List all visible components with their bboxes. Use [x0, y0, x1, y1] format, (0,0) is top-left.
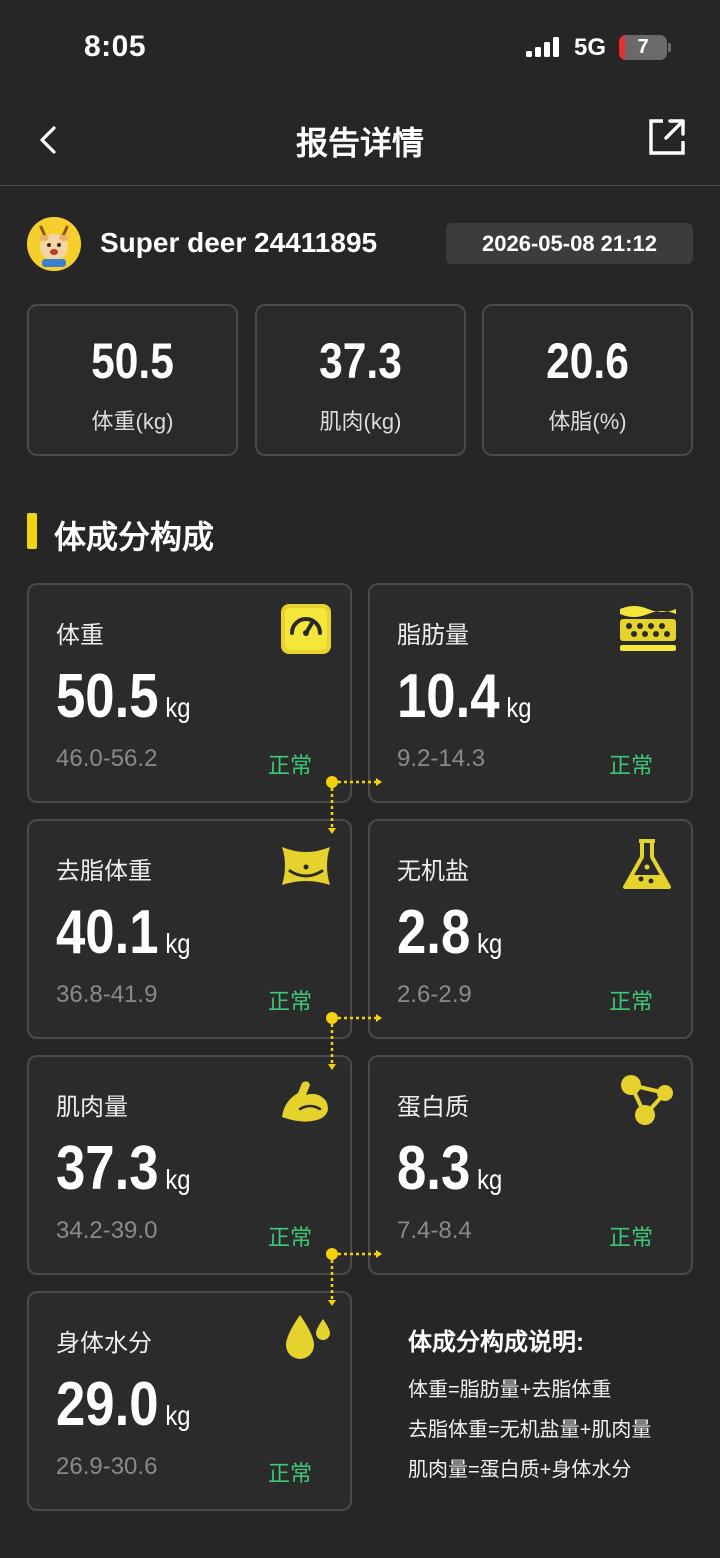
metric-unit: kg — [165, 1400, 191, 1431]
metric-range: 2.6-2.9 — [397, 981, 472, 1008]
page-title: 报告详情 — [295, 125, 424, 161]
metric-card-body-water[interactable]: 身体水分 29.0 kg 26.9-30.6 正常 — [27, 1291, 352, 1511]
metric-name: 去脂体重 — [56, 858, 152, 885]
metric-range: 46.0-56.2 — [56, 745, 158, 772]
metric-unit: kg — [165, 692, 191, 723]
explanation-line: 肌肉量=蛋白质+身体水分 — [408, 1459, 632, 1481]
metric-name: 体重 — [56, 622, 104, 649]
summary-label: 肌肉(kg) — [319, 409, 402, 434]
fat-layer-icon — [620, 606, 676, 651]
metric-name: 身体水分 — [56, 1330, 152, 1357]
metric-card-weight[interactable]: 体重 50.5 kg 46.0-56.2 正常 — [27, 583, 352, 803]
metric-value: 2.8 kg — [397, 898, 503, 967]
summary-label: 体重(kg) — [91, 409, 174, 434]
metric-status: 正常 — [608, 753, 653, 778]
metric-range: 26.9-30.6 — [56, 1453, 158, 1480]
metric-range: 36.8-41.9 — [56, 981, 158, 1008]
flask-icon — [623, 839, 671, 889]
section-accent-bar — [27, 513, 37, 549]
metric-card-protein[interactable]: 蛋白质 8.3 kg 7.4-8.4 正常 — [368, 1055, 693, 1275]
metric-unit: kg — [477, 1164, 503, 1195]
battery-level: 7 — [637, 36, 649, 58]
metric-card-lean-body-mass[interactable]: 去脂体重 40.1 kg 36.8-41.9 正常 — [27, 819, 352, 1039]
metric-unit: kg — [477, 928, 503, 959]
metric-range: 34.2-39.0 — [56, 1217, 158, 1244]
metric-card-minerals[interactable]: 无机盐 2.8 kg 2.6-2.9 正常 — [368, 819, 693, 1039]
metric-unit: kg — [165, 1164, 191, 1195]
metric-range: 7.4-8.4 — [397, 1217, 472, 1244]
section-title: 体成分构成 — [54, 519, 215, 555]
metric-card-muscle-mass[interactable]: 肌肉量 37.3 kg 34.2-39.0 正常 — [27, 1055, 352, 1275]
molecule-icon — [621, 1075, 673, 1125]
status-bar: 8:05 5G 7 — [0, 0, 720, 96]
metric-name: 蛋白质 — [397, 1094, 469, 1121]
metric-status: 正常 — [267, 1225, 312, 1250]
summary-label: 体脂(%) — [548, 409, 627, 434]
water-drop-icon — [286, 1315, 330, 1359]
metric-value: 8.3 kg — [397, 1134, 503, 1203]
metric-value: 50.5 kg — [56, 662, 191, 731]
summary-value: 37.3 — [319, 333, 402, 389]
waist-icon — [282, 847, 330, 885]
summary-value: 20.6 — [546, 333, 629, 389]
battery-icon: 7 — [619, 35, 667, 60]
summary-value: 50.5 — [91, 333, 174, 389]
explanation-line: 去脂体重=无机盐量+肌肉量 — [408, 1419, 652, 1441]
relation-connector — [326, 1012, 382, 1070]
metric-range: 9.2-14.3 — [397, 745, 486, 772]
metric-value: 10.4 kg — [397, 662, 532, 731]
metric-unit: kg — [506, 692, 532, 723]
metric-name: 肌肉量 — [56, 1094, 128, 1121]
report-datetime: 2026-05-08 21:12 — [446, 223, 693, 264]
share-icon[interactable] — [646, 116, 688, 158]
scale-icon — [281, 604, 331, 654]
network-type: 5G — [574, 34, 607, 61]
avatar[interactable] — [27, 217, 81, 271]
metric-value: 40.1 kg — [56, 898, 191, 967]
metric-status: 正常 — [267, 753, 312, 778]
summary-card-muscle: 37.3 肌肉(kg) — [255, 304, 466, 456]
deer-mascot-icon — [27, 217, 81, 271]
metric-status: 正常 — [267, 1461, 312, 1486]
metric-name: 脂肪量 — [397, 622, 469, 649]
metric-value: 37.3 kg — [56, 1134, 191, 1203]
metric-status: 正常 — [608, 1225, 653, 1250]
metric-name: 无机盐 — [397, 858, 469, 885]
signal-icon — [526, 37, 559, 60]
muscle-icon — [282, 1081, 328, 1122]
metric-value: 29.0 kg — [56, 1370, 191, 1439]
summary-card-weight: 50.5 体重(kg) — [27, 304, 238, 456]
nav-bar: 报告详情 — [0, 96, 720, 186]
explanation-line: 体重=脂肪量+去脂体重 — [408, 1379, 612, 1401]
relation-connector — [326, 1248, 382, 1306]
metric-unit: kg — [165, 928, 191, 959]
username: Super deer 24411895 — [100, 227, 378, 258]
explanation-title: 体成分构成说明: — [408, 1329, 584, 1356]
summary-card-body-fat: 20.6 体脂(%) — [482, 304, 693, 456]
relation-connector — [326, 776, 382, 834]
status-time: 8:05 — [84, 30, 147, 63]
metric-status: 正常 — [267, 989, 312, 1014]
metric-card-fat-mass[interactable]: 脂肪量 10.4 kg 9.2-14.3 正常 — [368, 583, 693, 803]
metric-status: 正常 — [608, 989, 653, 1014]
